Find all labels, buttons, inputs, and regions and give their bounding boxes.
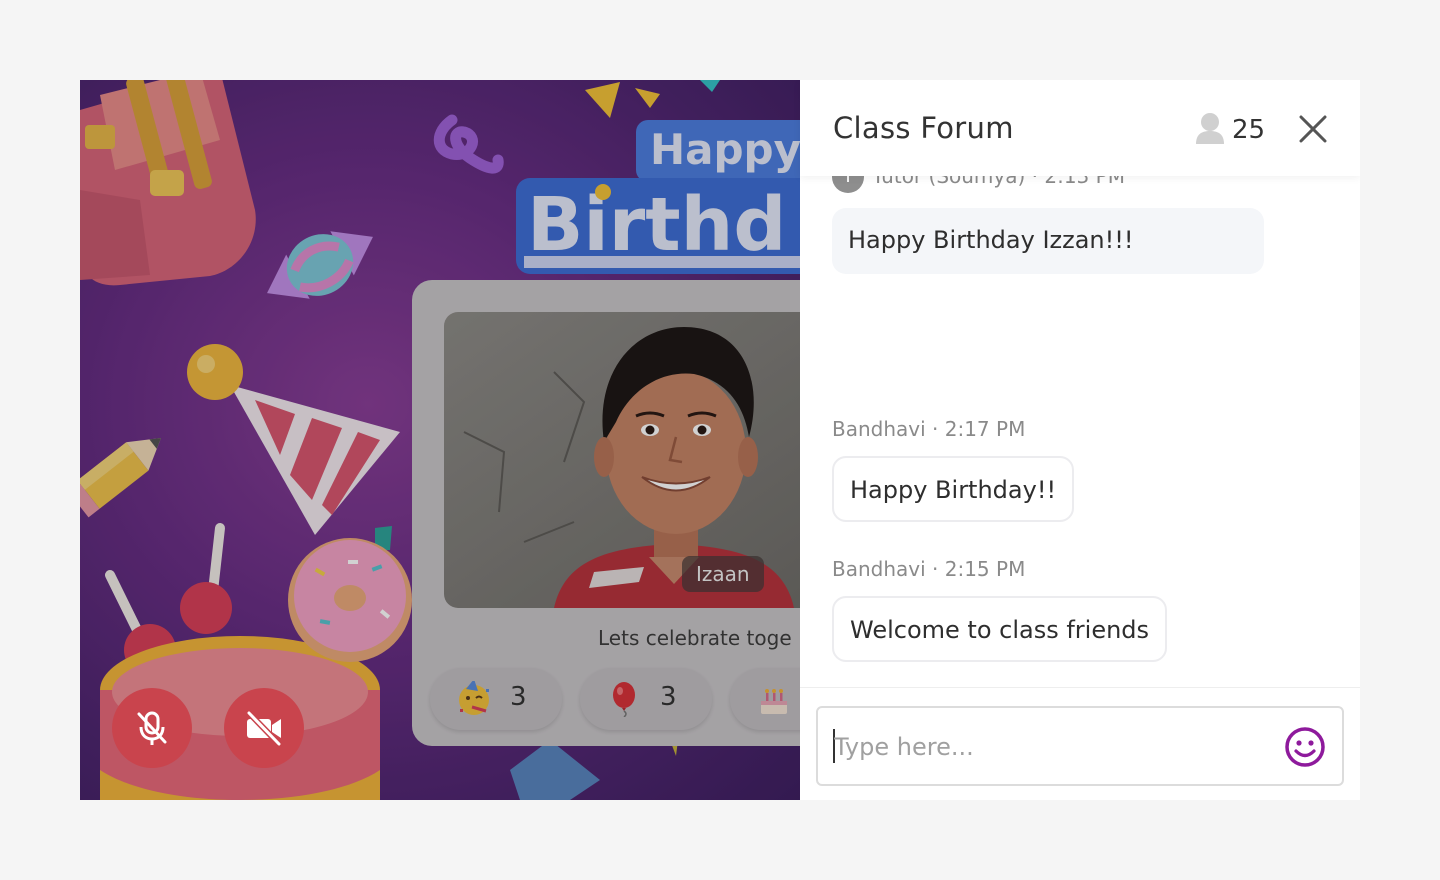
party-face-icon: [459, 681, 489, 715]
message-input[interactable]: [834, 728, 1274, 766]
pencil-illustration: [80, 437, 161, 518]
book-illustration: [510, 740, 600, 800]
banner-happy-text: Happy: [650, 125, 800, 174]
party-hat-illustration: [187, 344, 400, 535]
confetti-piece: [635, 88, 660, 108]
card-caption: Lets celebrate toge: [598, 626, 792, 650]
message-bubble: Happy Birthday Izzan!!!: [832, 208, 1264, 274]
video-stage: Happy Birthd Izaan Lets celebrate toge 3…: [80, 80, 800, 800]
birthday-banner: Happy Birthd: [516, 120, 800, 274]
panel-header: Class Forum 25: [800, 80, 1360, 176]
reaction-count: 3: [660, 682, 677, 712]
backpack-illustration: [80, 80, 256, 286]
message-meta: Tutor (Soumya) · 2:13 PM: [872, 176, 1125, 188]
avatar: T: [832, 176, 864, 193]
toggle-camera-button[interactable]: [224, 688, 304, 768]
user-icon: [1196, 113, 1224, 144]
participant-video[interactable]: Izaan: [444, 312, 800, 608]
classroom-app: Happy Birthd Izaan Lets celebrate toge 3…: [80, 80, 1360, 800]
message-input-box[interactable]: [816, 706, 1344, 786]
balloon-icon: [613, 682, 635, 717]
participant-name-tag: Izaan: [682, 556, 764, 592]
ribbon-squiggle: [433, 114, 504, 174]
mute-mic-button[interactable]: [112, 688, 192, 768]
mic-off-icon: [137, 711, 167, 745]
reaction-balloon[interactable]: 3: [580, 668, 712, 730]
message-bubble: Happy Birthday!!: [832, 456, 1075, 522]
participant-count-value: 25: [1232, 115, 1266, 145]
message-list[interactable]: T Tutor (Soumya) · 2:13 PM Happy Birthda…: [800, 176, 1360, 688]
reaction-party[interactable]: 3: [430, 668, 562, 730]
birthday-cake-icon: [761, 689, 787, 714]
reaction-count: 3: [510, 682, 527, 712]
video-off-icon: [246, 710, 282, 747]
donut-illustration: [288, 538, 412, 662]
message-meta: Bandhavi · 2:15 PM: [832, 557, 1026, 581]
message-meta: Bandhavi · 2:17 PM: [832, 417, 1026, 441]
participant-card: Izaan Lets celebrate toge 3 3: [412, 280, 800, 746]
panel-title: Class Forum: [833, 111, 1014, 145]
candy-illustration: [267, 231, 373, 299]
message-bubble: Welcome to class friends: [832, 596, 1168, 662]
close-icon[interactable]: [1296, 112, 1330, 146]
class-forum-panel: Class Forum 25 T Tutor (Soumya) · 2:13 P…: [800, 80, 1360, 800]
emoji-picker-icon[interactable]: [1284, 726, 1326, 768]
confetti-piece: [700, 80, 720, 92]
reaction-cake[interactable]: [730, 668, 800, 730]
message-composer: [800, 687, 1360, 800]
banner-birthday-text: Birthd: [527, 182, 786, 268]
confetti-piece: [585, 82, 620, 118]
